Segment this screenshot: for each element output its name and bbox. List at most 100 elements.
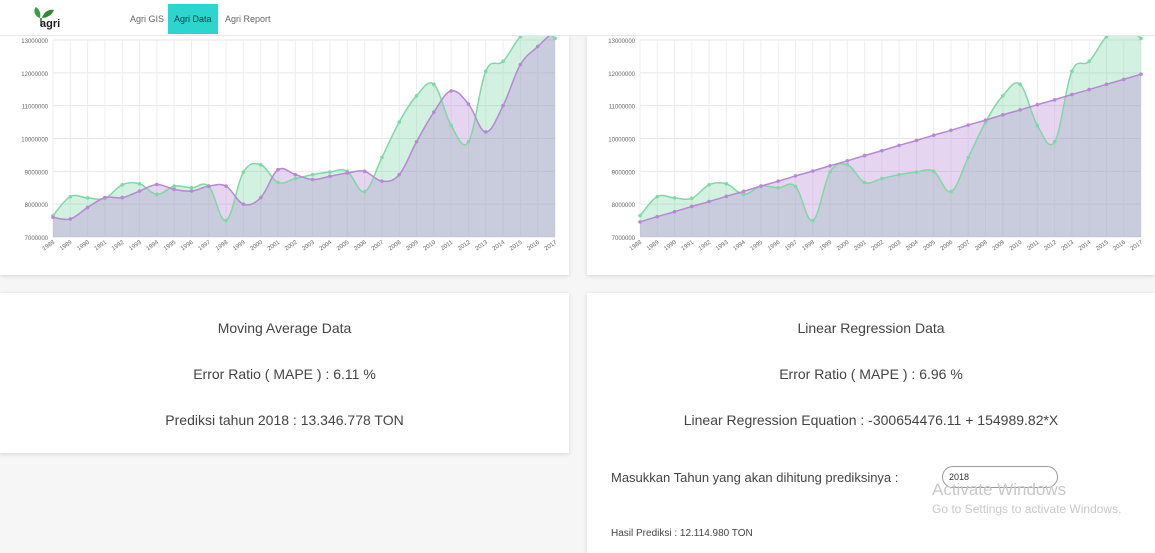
y-tick-label: 10000000 (21, 138, 48, 144)
x-tick-label: 2004 (319, 239, 334, 252)
x-tick-label: 2015 (509, 239, 524, 252)
series-1-point (1052, 97, 1057, 102)
series-1-point (862, 153, 867, 158)
series-1-point (224, 184, 228, 188)
nav-agri-gis[interactable]: Agri GIS (124, 4, 170, 34)
series-1-point (501, 103, 505, 108)
series-1-point (189, 189, 194, 193)
y-tick-label: 8000000 (612, 203, 636, 209)
series-1-point (810, 169, 815, 173)
series-0-point (1139, 36, 1143, 41)
series-0-point (966, 155, 971, 160)
x-tick-label: 2003 (301, 239, 316, 252)
series-1-point (483, 130, 488, 134)
series-0-point (85, 196, 90, 200)
ma-title: Moving Average Data (217, 320, 352, 336)
x-tick-label: 2006 (940, 239, 955, 252)
y-tick-label: 13000000 (21, 39, 48, 45)
x-tick-label: 1991 (94, 239, 109, 252)
x-tick-label: 1992 (111, 239, 126, 252)
lr-mape: Error Ratio ( MAPE ) : 6.96 % (779, 366, 963, 382)
series-1-point (1070, 92, 1074, 97)
series-0-point (810, 218, 815, 223)
series-1-point (914, 138, 919, 143)
series-0-point (776, 185, 781, 190)
series-0-point (1052, 139, 1057, 144)
series-1-point (880, 148, 884, 153)
x-tick-label: 2007 (957, 239, 972, 252)
windows-watermark-subtitle: Go to Settings to activate Windows. (932, 502, 1122, 516)
x-tick-label: 1995 (163, 239, 178, 252)
lr-equation: Linear Regression Equation : -300654476.… (683, 412, 1059, 428)
series-1-point (897, 143, 901, 148)
series-0-point (137, 182, 142, 186)
series-1-point (293, 172, 298, 177)
x-tick-label: 2001 (853, 239, 868, 252)
series-0-point (897, 172, 901, 177)
series-1-point (414, 139, 419, 144)
series-0-point (276, 180, 280, 185)
series-1-point (741, 189, 746, 194)
series-0-point (258, 162, 263, 167)
x-tick-label: 2016 (526, 239, 541, 252)
y-tick-label: 9000000 (612, 170, 636, 176)
y-tick-label: 9000000 (25, 170, 49, 176)
x-tick-label: 1994 (146, 239, 161, 252)
series-0-point (845, 162, 850, 167)
series-0-point (68, 194, 73, 199)
x-tick-label: 1999 (819, 239, 834, 252)
series-0-point (414, 94, 419, 98)
series-0-point (672, 196, 677, 200)
series-1-point (1121, 77, 1126, 82)
nav-agri-report[interactable]: Agri Report (219, 4, 277, 34)
series-1-point (120, 195, 125, 200)
series-0-point (120, 182, 125, 187)
x-tick-label: 1990 (663, 239, 678, 252)
series-0-point (483, 69, 488, 73)
x-tick-label: 2007 (371, 239, 386, 252)
series-1-point (345, 171, 350, 175)
series-1-point (466, 102, 471, 106)
x-tick-label: 1990 (76, 239, 91, 252)
series-1-point (518, 62, 523, 67)
series-1-point (380, 179, 384, 183)
x-tick-label: 1997 (784, 239, 799, 252)
series-1-point (241, 202, 246, 206)
x-tick-label: 2010 (423, 239, 438, 252)
x-tick-label: 2002 (284, 239, 299, 252)
series-0-point (397, 120, 402, 124)
series-1-point (776, 179, 781, 183)
series-1-point (655, 214, 660, 219)
nav-agri-data[interactable]: Agri Data (168, 4, 218, 34)
x-tick-label: 2005 (922, 239, 937, 252)
x-tick-label: 2004 (905, 239, 920, 252)
x-tick-label: 1993 (128, 239, 143, 252)
series-0-point (310, 172, 315, 177)
series-0-point (172, 184, 176, 188)
x-tick-label: 2008 (974, 239, 989, 252)
x-tick-label: 2017 (1130, 239, 1145, 252)
series-1-point (845, 159, 850, 163)
x-tick-label: 1994 (732, 239, 747, 252)
series-0-point (690, 196, 694, 201)
series-1-area (53, 35, 555, 237)
series-1-point (1018, 108, 1022, 112)
agri-logo[interactable]: agri (30, 4, 70, 32)
series-0-point (380, 155, 384, 160)
series-1-point (793, 174, 798, 178)
y-tick-label: 7000000 (25, 236, 49, 242)
series-0-point (189, 185, 194, 190)
year-input-label: Masukkan Tahun yang akan dihitung predik… (611, 470, 899, 485)
series-0-point (449, 123, 453, 128)
series-1-point (983, 118, 988, 122)
lr-title: Linear Regression Data (797, 320, 945, 336)
series-1-point (276, 167, 280, 172)
x-tick-label: 2009 (992, 239, 1007, 252)
x-tick-label: 2017 (544, 239, 559, 252)
series-0-point (949, 189, 953, 194)
series-1-point (535, 44, 540, 49)
x-tick-label: 2000 (249, 239, 264, 252)
x-tick-label: 2014 (492, 239, 507, 252)
x-tick-label: 1991 (681, 239, 696, 252)
series-1-point (258, 195, 263, 200)
